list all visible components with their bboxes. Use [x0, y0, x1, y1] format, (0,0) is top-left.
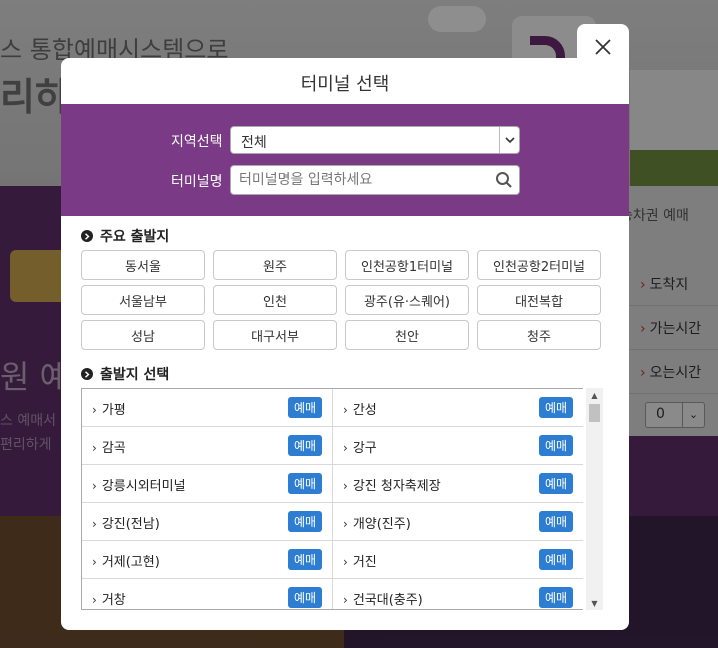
- terminal-name: 거창: [101, 593, 126, 608]
- terminal-name: 거제(고현): [101, 555, 160, 570]
- list-item[interactable]: › 거창 예매: [82, 579, 333, 609]
- list-item[interactable]: › 강진(전남) 예매: [82, 503, 333, 540]
- main-terminal-button[interactable]: 동서울: [81, 250, 205, 280]
- book-button[interactable]: 예매: [539, 435, 573, 456]
- book-button[interactable]: 예매: [539, 587, 573, 608]
- chevron-right-icon: ›: [343, 593, 348, 607]
- terminal-name: 감곡: [101, 441, 126, 456]
- table-row: › 강릉시외터미널 예매 › 강진 청자축제장 예매: [82, 465, 583, 503]
- book-button[interactable]: 예매: [539, 473, 573, 494]
- terminal-name: 강릉시외터미널: [101, 479, 186, 494]
- chevron-down-icon: [499, 127, 519, 153]
- chevron-right-icon: ›: [92, 593, 97, 607]
- main-terminal-button[interactable]: 원주: [213, 250, 337, 280]
- chevron-right-icon: ›: [343, 403, 348, 417]
- list-item[interactable]: › 강구 예매: [332, 427, 583, 464]
- table-row: › 거제(고현) 예매 › 거진 예매: [82, 541, 583, 579]
- table-row: › 강진(전남) 예매 › 개양(진주) 예매: [82, 503, 583, 541]
- chevron-right-icon: ›: [92, 479, 97, 493]
- book-button[interactable]: 예매: [288, 473, 322, 494]
- book-button[interactable]: 예매: [288, 587, 322, 608]
- region-select[interactable]: 전체: [230, 126, 520, 154]
- chevron-right-icon: ›: [343, 479, 348, 493]
- main-terminal-button[interactable]: 인천공항1터미널: [345, 250, 469, 280]
- book-button[interactable]: 예매: [288, 549, 322, 570]
- terminal-name: 건국대(충주): [352, 593, 423, 608]
- scroll-down-arrow-icon[interactable]: ▼: [586, 596, 603, 610]
- terminal-search-input[interactable]: [230, 165, 520, 195]
- terminal-name: 강진 청자축제장: [352, 479, 441, 494]
- terminal-name-label: 터미널명: [171, 174, 223, 190]
- chevron-right-icon: ›: [92, 517, 97, 531]
- table-row: › 거창 예매 › 건국대(충주) 예매: [82, 579, 583, 609]
- book-button[interactable]: 예매: [539, 549, 573, 570]
- chevron-right-icon: ›: [343, 441, 348, 455]
- main-terminal-button[interactable]: 천안: [345, 320, 469, 350]
- list-item[interactable]: › 개양(진주) 예매: [332, 503, 583, 540]
- chevron-right-icon: ›: [343, 555, 348, 569]
- book-button[interactable]: 예매: [539, 511, 573, 532]
- list-item[interactable]: › 가평 예매: [82, 389, 333, 426]
- list-item[interactable]: › 간성 예매: [332, 389, 583, 426]
- book-button[interactable]: 예매: [288, 397, 322, 418]
- main-terminal-button[interactable]: 인천공항2터미널: [477, 250, 601, 280]
- chevron-right-circle-icon: [81, 230, 93, 242]
- terminal-name: 가평: [101, 403, 126, 418]
- modal-title: 터미널 선택: [300, 74, 390, 95]
- terminal-name: 강진(전남): [101, 517, 160, 532]
- region-label: 지역선택: [171, 134, 223, 150]
- terminal-list[interactable]: › 가평 예매 › 간성 예매 › 감곡 예매 › 강구 예매 › 강릉시외터미널 예매: [81, 388, 583, 610]
- list-item[interactable]: › 감곡 예매: [82, 427, 333, 464]
- list-item[interactable]: › 거진 예매: [332, 541, 583, 578]
- departure-list-heading: 출발지 선택: [81, 364, 169, 384]
- main-terminal-button[interactable]: 대구서부: [213, 320, 337, 350]
- main-departures-heading: 주요 출발지: [81, 226, 169, 246]
- list-item[interactable]: › 거제(고현) 예매: [82, 541, 333, 578]
- search-icon[interactable]: [495, 171, 513, 189]
- terminal-name: 개양(진주): [352, 517, 411, 532]
- terminal-select-modal: 터미널 선택 지역선택 전체 터미널명 주요 출발지 동서울 원주 인천공항1터…: [61, 58, 629, 630]
- search-panel: 지역선택 전체 터미널명: [61, 104, 629, 216]
- book-button[interactable]: 예매: [288, 511, 322, 532]
- main-terminal-button[interactable]: 광주(유·스퀘어): [345, 285, 469, 315]
- list-scrollbar[interactable]: ▲ ▼: [586, 388, 603, 610]
- scrollbar-thumb[interactable]: [589, 404, 600, 422]
- book-button[interactable]: 예매: [539, 397, 573, 418]
- main-terminal-button[interactable]: 청주: [477, 320, 601, 350]
- main-terminal-button[interactable]: 인천: [213, 285, 337, 315]
- chevron-right-icon: ›: [92, 441, 97, 455]
- main-terminal-button[interactable]: 서울남부: [81, 285, 205, 315]
- close-icon: [595, 39, 611, 55]
- book-button[interactable]: 예매: [288, 435, 322, 456]
- chevron-right-icon: ›: [92, 403, 97, 417]
- terminal-name: 거진: [352, 555, 377, 570]
- chevron-right-icon: ›: [343, 517, 348, 531]
- list-item[interactable]: › 건국대(충주) 예매: [332, 579, 583, 609]
- region-select-value: 전체: [241, 135, 267, 151]
- chevron-right-icon: ›: [92, 555, 97, 569]
- main-terminal-button[interactable]: 대전복합: [477, 285, 601, 315]
- scroll-up-arrow-icon[interactable]: ▲: [586, 388, 603, 402]
- terminal-name: 강구: [352, 441, 377, 456]
- main-terminal-button[interactable]: 성남: [81, 320, 205, 350]
- terminal-name: 간성: [352, 403, 377, 418]
- chevron-right-circle-icon: [81, 368, 93, 380]
- list-item[interactable]: › 강릉시외터미널 예매: [82, 465, 333, 502]
- table-row: › 감곡 예매 › 강구 예매: [82, 427, 583, 465]
- table-row: › 가평 예매 › 간성 예매: [82, 389, 583, 427]
- list-item[interactable]: › 강진 청자축제장 예매: [332, 465, 583, 502]
